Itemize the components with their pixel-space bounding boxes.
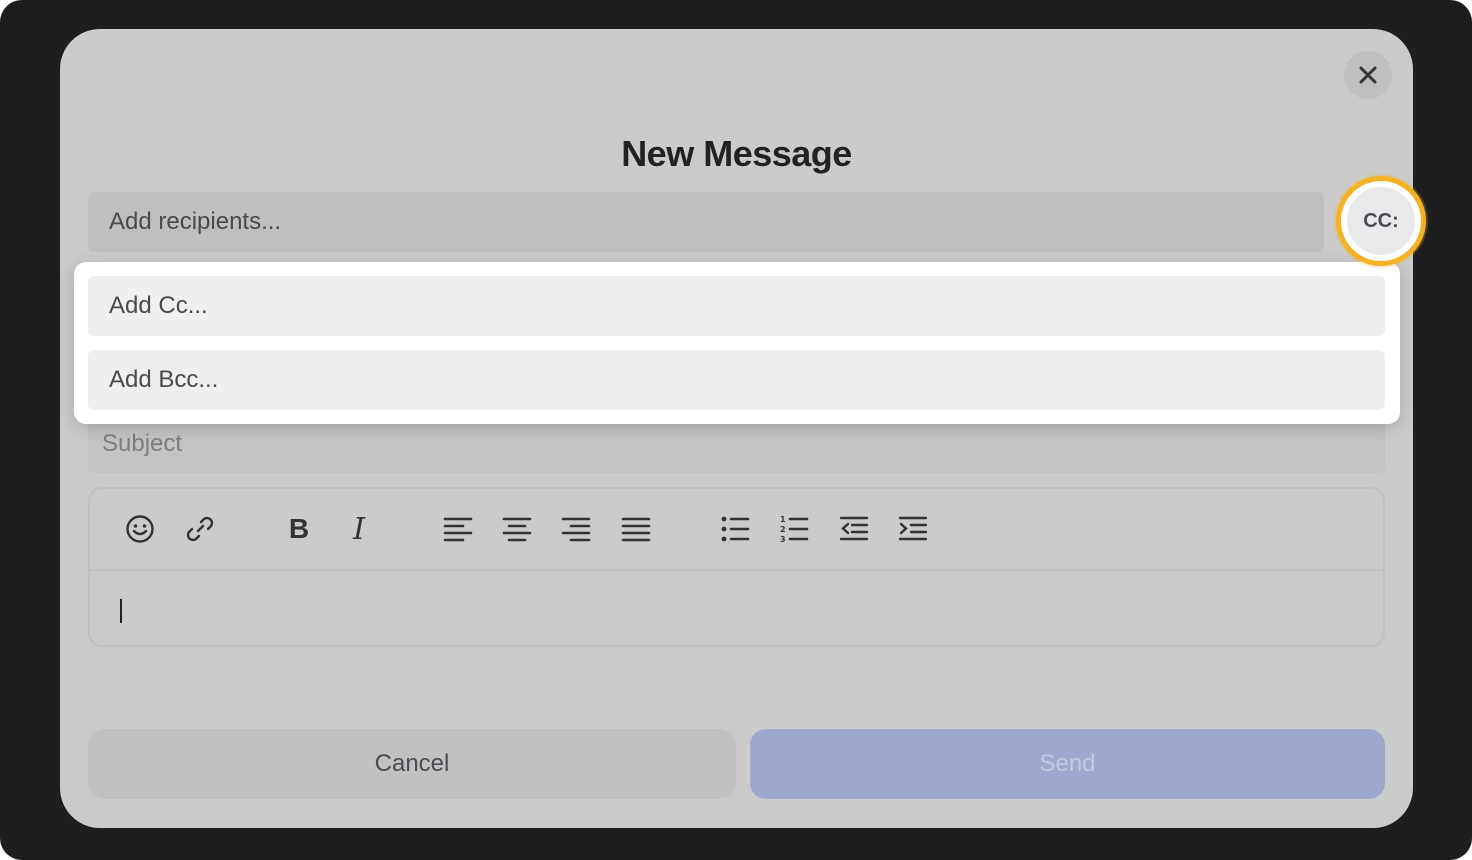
message-editor: B I 1 2 3	[88, 487, 1385, 647]
bold-button[interactable]: B	[279, 509, 319, 549]
cc-input[interactable]: Add Cc...	[88, 276, 1385, 336]
emoji-button[interactable]	[120, 509, 160, 549]
emoji-icon	[126, 515, 154, 543]
align-right-button[interactable]	[556, 509, 596, 549]
cc-bcc-dropdown: Add Cc... Add Bcc...	[74, 262, 1400, 424]
svg-text:3: 3	[780, 535, 786, 544]
align-left-button[interactable]	[438, 509, 478, 549]
recipients-input[interactable]: Add recipients...	[88, 192, 1324, 252]
bullet-list-icon	[721, 516, 750, 542]
bcc-input[interactable]: Add Bcc...	[88, 350, 1385, 410]
bold-icon: B	[288, 513, 310, 544]
svg-text:1: 1	[780, 515, 786, 524]
close-button[interactable]	[1344, 51, 1392, 99]
bullet-list-button[interactable]	[715, 509, 755, 549]
align-right-icon	[561, 517, 591, 542]
send-button[interactable]: Send	[750, 729, 1385, 799]
cc-placeholder: Add Cc...	[109, 292, 208, 319]
send-label: Send	[1039, 750, 1096, 777]
outdent-icon	[839, 516, 869, 541]
subject-placeholder: Subject	[102, 430, 183, 457]
formatting-toolbar: B I 1 2 3	[90, 489, 1383, 571]
align-center-icon	[502, 517, 532, 542]
align-justify-button[interactable]	[616, 509, 656, 549]
align-center-button[interactable]	[497, 509, 537, 549]
close-icon	[1359, 66, 1377, 84]
dialog-title: New Message	[621, 133, 852, 174]
message-body-area[interactable]	[90, 571, 1383, 645]
recipients-placeholder: Add recipients...	[109, 208, 282, 235]
svg-text:2: 2	[780, 525, 786, 534]
cancel-button[interactable]: Cancel	[88, 729, 736, 799]
indent-icon	[898, 516, 928, 541]
new-message-dialog: New Message Add recipients... Subject B …	[60, 29, 1413, 828]
link-icon	[186, 516, 214, 542]
numbered-list-icon: 123	[780, 515, 809, 544]
cancel-label: Cancel	[374, 750, 450, 777]
indent-button[interactable]	[893, 509, 933, 549]
italic-icon: I	[353, 511, 365, 547]
align-justify-icon	[621, 517, 651, 542]
outdent-button[interactable]	[834, 509, 874, 549]
link-button[interactable]	[180, 509, 220, 549]
italic-button[interactable]: I	[339, 509, 379, 549]
numbered-list-button[interactable]: 123	[774, 509, 814, 549]
cc-toggle-button[interactable]: CC:	[1336, 176, 1426, 266]
bcc-placeholder: Add Bcc...	[109, 366, 219, 393]
align-left-icon	[443, 517, 473, 542]
cc-toggle-label: CC:	[1347, 187, 1415, 255]
